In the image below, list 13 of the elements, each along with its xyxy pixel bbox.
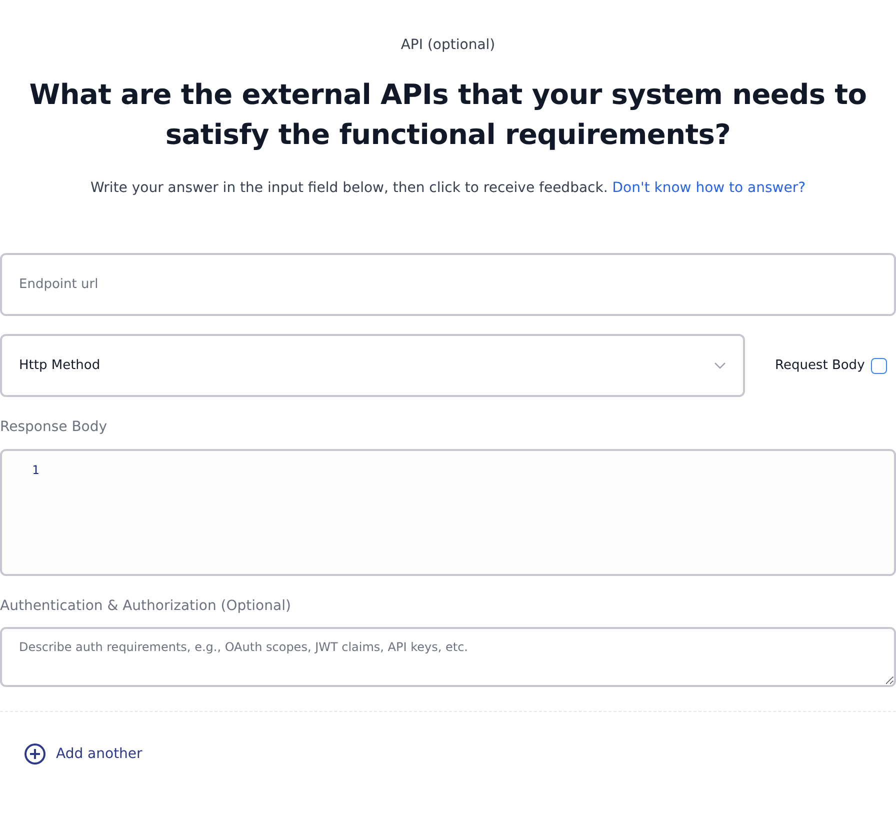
instructions-text: Write your answer in the input field below, then click to receive feedback. Don't know how to answer? bbox=[89, 180, 807, 196]
line-number: 1 bbox=[32, 463, 40, 477]
auth-field[interactable]: Describe auth requirements, e.g., OAuth scopes, JWT claims, API keys, etc. bbox=[0, 627, 896, 687]
code-editor[interactable]: 1 bbox=[0, 449, 896, 576]
help-link[interactable]: Don't know how to answer? bbox=[612, 180, 806, 196]
step-label: API (optional) bbox=[400, 37, 496, 53]
response-body-label: Response Body bbox=[0, 419, 108, 435]
auth-label: Authentication & Authorization (Optional) bbox=[0, 598, 292, 614]
request-body-label: Request Body bbox=[775, 358, 865, 373]
endpoint-url-field[interactable]: Endpoint url bbox=[0, 253, 896, 316]
http-method-select[interactable]: Http Method bbox=[0, 334, 745, 397]
add-another-button[interactable]: Add another bbox=[24, 743, 142, 765]
question-heading: What are the external APIs that your system needs to satisfy the functional requirements? bbox=[28, 77, 868, 153]
